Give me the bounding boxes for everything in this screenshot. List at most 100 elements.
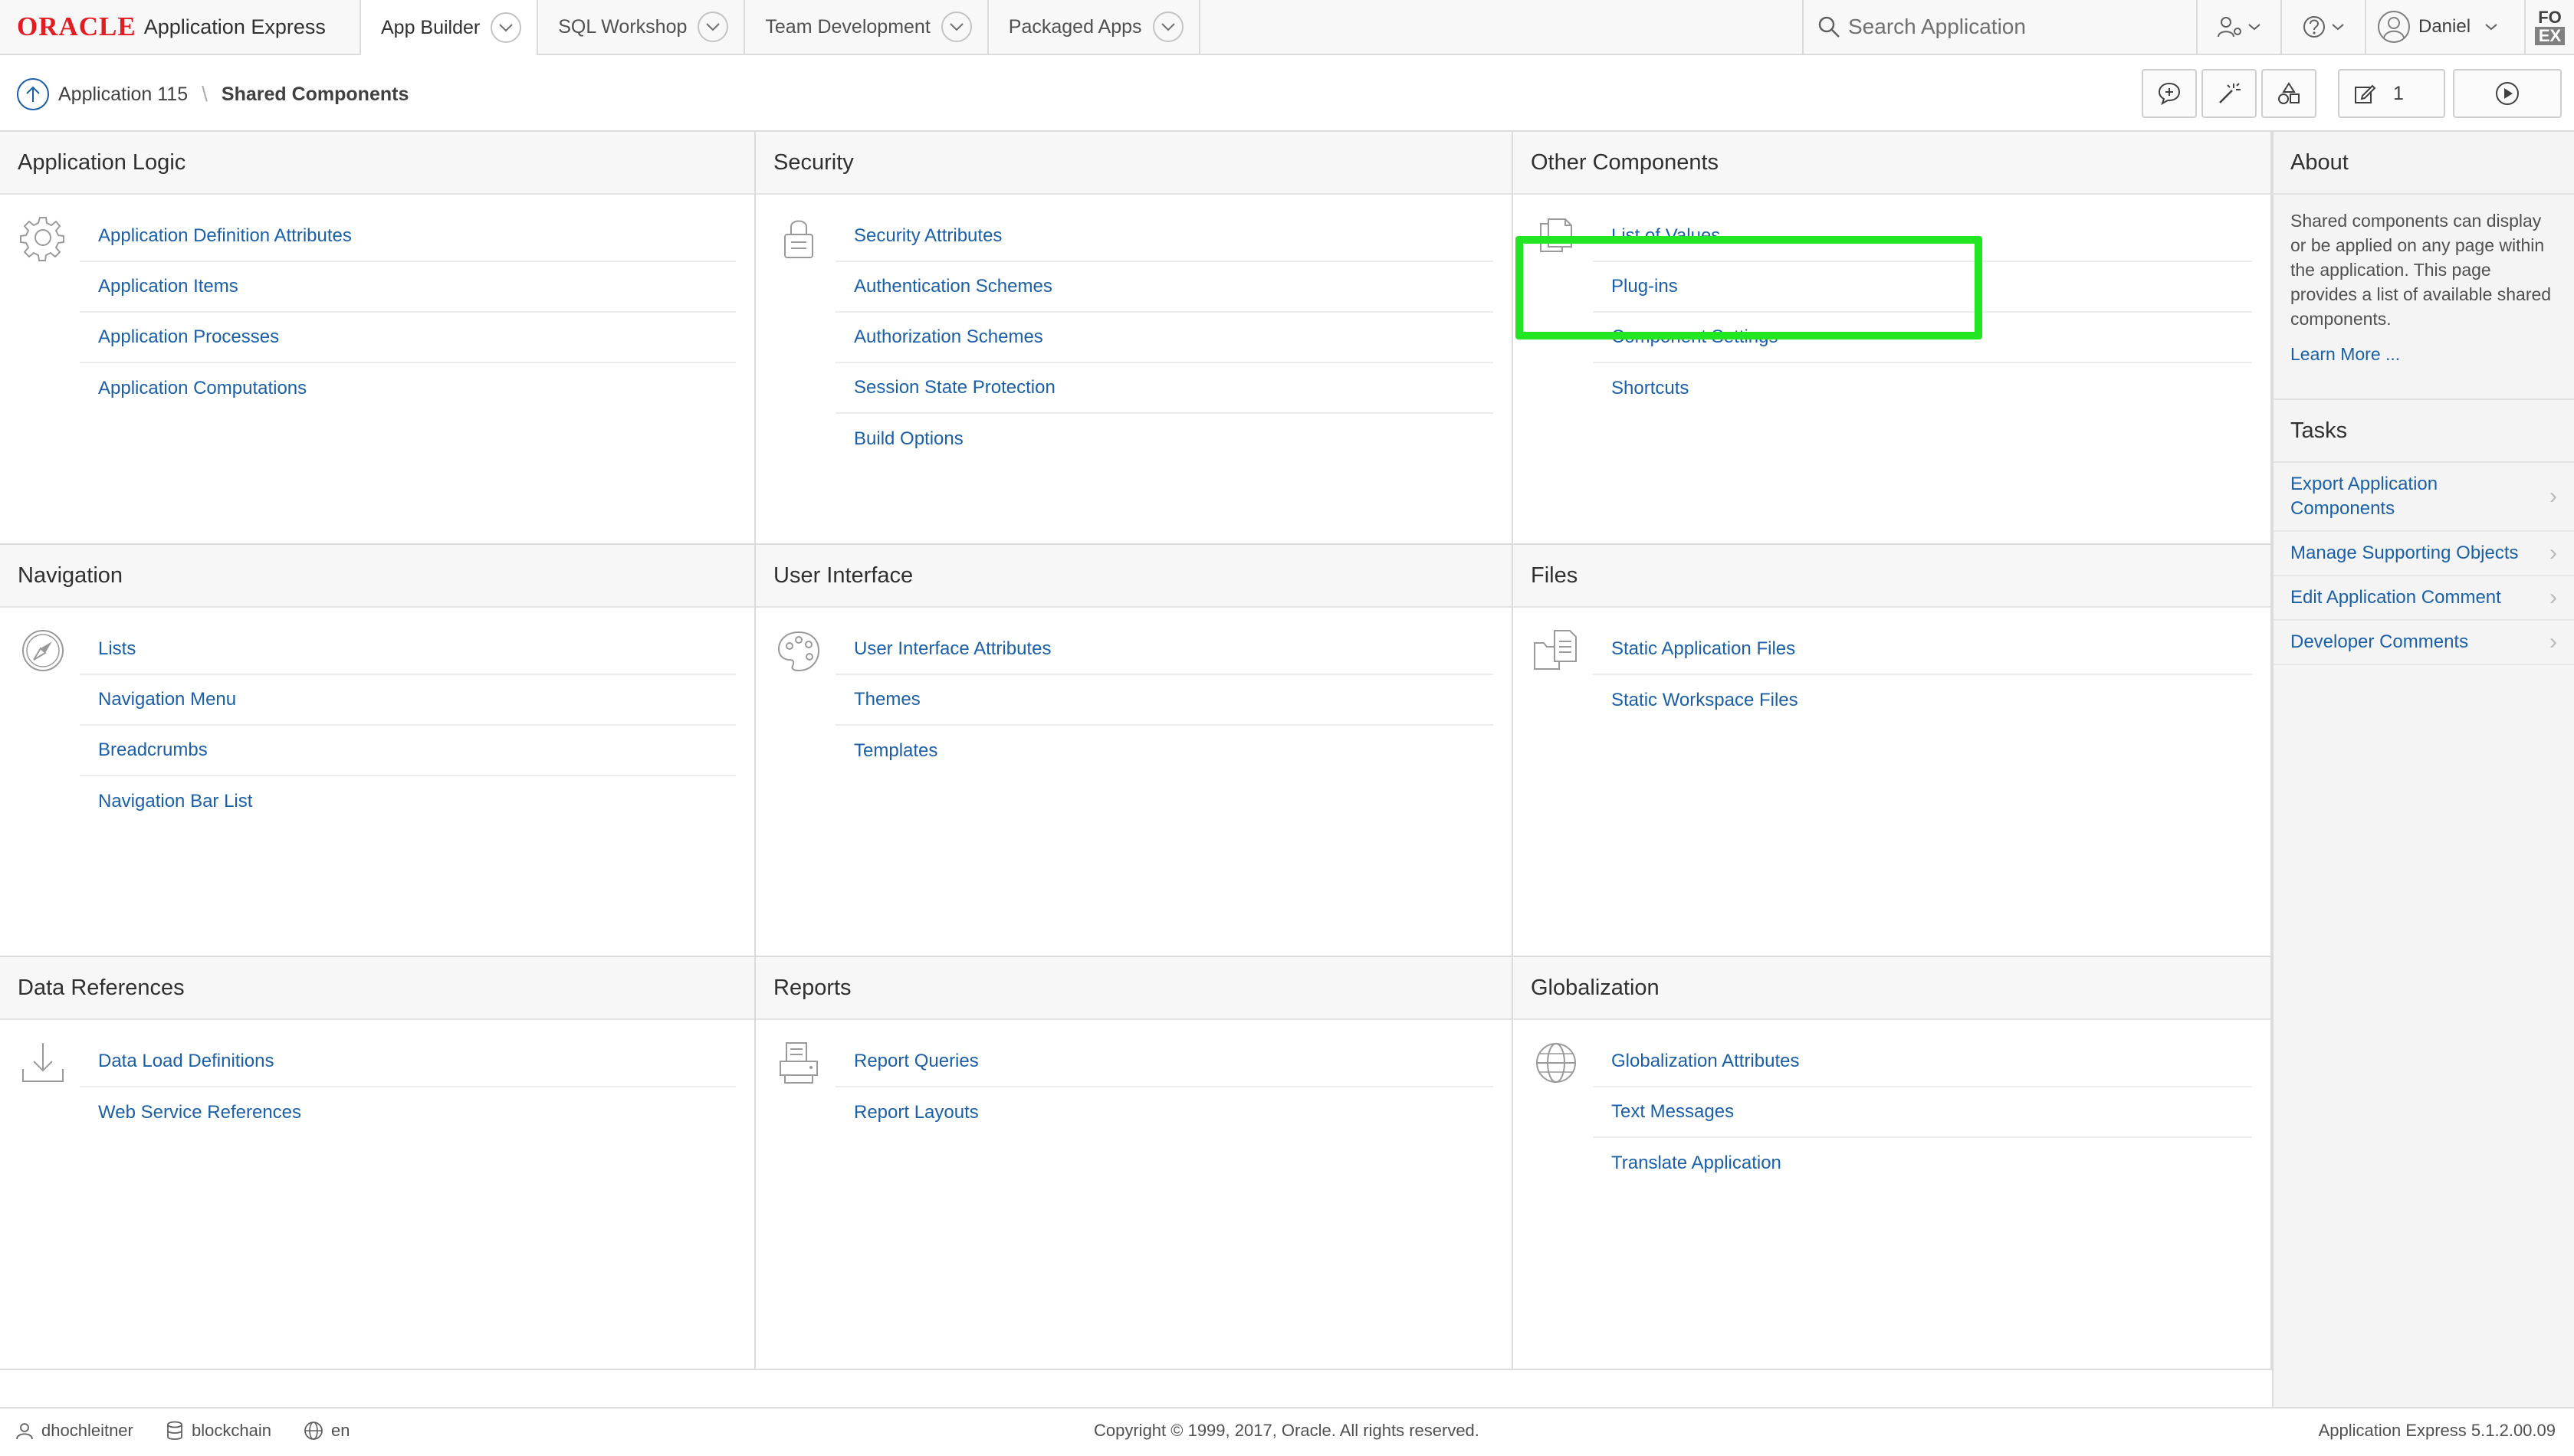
panel-title: Other Components xyxy=(1513,132,2270,195)
compass-icon xyxy=(18,626,67,675)
globe-icon xyxy=(1532,1038,1581,1087)
link-report-layouts[interactable]: Report Layouts xyxy=(836,1087,1493,1138)
task-label: Manage Supporting Objects xyxy=(2290,543,2519,563)
utilities-button[interactable] xyxy=(2201,69,2257,118)
panel-title: Application Logic xyxy=(0,132,754,195)
footer-user: dhochleitner xyxy=(15,1421,133,1441)
link-authentication-schemes[interactable]: Authentication Schemes xyxy=(836,262,1493,313)
task-manage-supporting-objects[interactable]: Manage Supporting Objects › xyxy=(2274,532,2574,576)
panel-security: Security Security Attributes Authenticat… xyxy=(756,132,1513,545)
breadcrumb-bar: Application 115 \ Shared Components 1 xyxy=(0,55,2574,132)
link-list: Report Queries Report Layouts xyxy=(836,1037,1493,1138)
tab-team-development[interactable]: Team Development xyxy=(745,0,989,54)
tab-packaged-apps[interactable]: Packaged Apps xyxy=(989,0,1200,54)
task-label: Developer Comments xyxy=(2290,631,2469,652)
panel-globalization: Globalization Globalization Attributes T… xyxy=(1513,957,2272,1370)
printer-icon xyxy=(774,1038,823,1087)
chevron-right-icon: › xyxy=(2549,484,2557,509)
wand-icon xyxy=(2217,81,2241,106)
link-application-definition-attributes[interactable]: Application Definition Attributes xyxy=(80,212,736,262)
task-edit-application-comment[interactable]: Edit Application Comment › xyxy=(2274,576,2574,621)
search-application-field[interactable]: Search Application xyxy=(1802,0,2196,54)
task-label: Export Application Components xyxy=(2290,474,2438,519)
link-lists[interactable]: Lists xyxy=(80,625,736,675)
link-navigation-menu[interactable]: Navigation Menu xyxy=(80,675,736,726)
link-text-messages[interactable]: Text Messages xyxy=(1593,1087,2252,1138)
comment-icon xyxy=(2157,81,2182,106)
link-globalization-attributes[interactable]: Globalization Attributes xyxy=(1593,1037,2252,1087)
oracle-apex-logo[interactable]: ORACLE Application Express xyxy=(0,0,361,54)
breadcrumb-separator: \ xyxy=(202,82,208,106)
about-title: About xyxy=(2274,132,2574,195)
chevron-down-icon[interactable] xyxy=(698,11,729,42)
version-text: Application Express 5.1.2.00.09 xyxy=(2318,1421,2556,1440)
up-arrow-icon[interactable] xyxy=(17,78,49,110)
link-static-workspace-files[interactable]: Static Workspace Files xyxy=(1593,675,2252,726)
tasks-list: Export Application Components › Manage S… xyxy=(2274,463,2574,665)
link-application-items[interactable]: Application Items xyxy=(80,262,736,313)
link-themes[interactable]: Themes xyxy=(836,675,1493,726)
search-placeholder: Search Application xyxy=(1848,15,2026,38)
breadcrumb-parent[interactable]: Application 115 xyxy=(58,84,188,106)
tab-sql-workshop[interactable]: SQL Workshop xyxy=(538,0,746,54)
link-application-processes[interactable]: Application Processes xyxy=(80,313,736,363)
edit-page-button[interactable]: 1 xyxy=(2338,69,2445,118)
link-user-interface-attributes[interactable]: User Interface Attributes xyxy=(836,625,1493,675)
administration-menu-button[interactable] xyxy=(2196,0,2280,54)
link-translate-application[interactable]: Translate Application xyxy=(1593,1138,2252,1189)
task-developer-comments[interactable]: Developer Comments › xyxy=(2274,621,2574,665)
link-security-attributes[interactable]: Security Attributes xyxy=(836,212,1493,262)
chevron-right-icon: › xyxy=(2549,540,2557,566)
task-export-application-components[interactable]: Export Application Components › xyxy=(2274,463,2574,532)
chevron-down-icon[interactable] xyxy=(941,11,972,42)
top-navigation-bar: ORACLE Application Express App Builder S… xyxy=(0,0,2574,55)
badge-bottom-text: EX xyxy=(2534,27,2566,45)
link-navigation-bar-list[interactable]: Navigation Bar List xyxy=(80,776,736,827)
link-list: Security Attributes Authentication Schem… xyxy=(836,212,1493,464)
link-list: Lists Navigation Menu Breadcrumbs Naviga… xyxy=(80,625,736,827)
panel-title: Security xyxy=(756,132,1512,195)
about-text: Shared components can display or be appl… xyxy=(2290,211,2552,329)
user-name: Daniel xyxy=(2418,16,2471,37)
panel-reports: Reports Report Queries Report Layouts xyxy=(756,957,1513,1370)
link-list: Globalization Attributes Text Messages T… xyxy=(1593,1037,2252,1189)
tab-app-builder[interactable]: App Builder xyxy=(361,0,539,55)
link-breadcrumbs[interactable]: Breadcrumbs xyxy=(80,726,736,776)
panel-title: Navigation xyxy=(0,545,754,608)
chevron-down-icon xyxy=(2484,23,2498,31)
link-templates[interactable]: Templates xyxy=(836,726,1493,776)
link-session-state-protection[interactable]: Session State Protection xyxy=(836,363,1493,414)
link-authorization-schemes[interactable]: Authorization Schemes xyxy=(836,313,1493,363)
link-application-computations[interactable]: Application Computations xyxy=(80,363,736,414)
search-icon xyxy=(1817,15,1840,38)
comments-button[interactable] xyxy=(2142,69,2197,118)
link-list: Static Application Files Static Workspac… xyxy=(1593,625,2252,726)
chevron-down-icon[interactable] xyxy=(491,12,522,43)
help-menu-button[interactable] xyxy=(2280,0,2365,54)
footer-copyright: Copyright © 1999, 2017, Oracle. All righ… xyxy=(1094,1421,1479,1441)
tab-label: Team Development xyxy=(765,15,931,38)
link-data-load-definitions[interactable]: Data Load Definitions xyxy=(80,1037,736,1087)
user-icon xyxy=(15,1422,34,1440)
run-application-button[interactable] xyxy=(2453,69,2562,118)
learn-more-link[interactable]: Learn More ... xyxy=(2290,342,2557,366)
link-build-options[interactable]: Build Options xyxy=(836,414,1493,464)
palette-icon xyxy=(774,626,823,675)
globe-icon xyxy=(304,1421,323,1441)
highlight-box xyxy=(1515,236,1982,339)
link-web-service-references[interactable]: Web Service References xyxy=(80,1087,736,1138)
link-static-application-files[interactable]: Static Application Files xyxy=(1593,625,2252,675)
edit-icon xyxy=(2353,82,2376,105)
task-label: Edit Application Comment xyxy=(2290,587,2501,608)
user-menu-button[interactable]: Daniel xyxy=(2365,0,2524,54)
logo-product: Application Express xyxy=(143,15,326,38)
breadcrumb: Application 115 \ Shared Components xyxy=(17,78,409,110)
panel-data-references: Data References Data Load Definitions We… xyxy=(0,957,756,1370)
gear-icon xyxy=(18,213,67,262)
panel-user-interface: User Interface User Interface Attributes… xyxy=(756,545,1513,957)
chevron-down-icon[interactable] xyxy=(1152,11,1184,42)
link-report-queries[interactable]: Report Queries xyxy=(836,1037,1493,1087)
link-shortcuts[interactable]: Shortcuts xyxy=(1593,363,2252,414)
shared-components-button[interactable] xyxy=(2261,69,2316,118)
